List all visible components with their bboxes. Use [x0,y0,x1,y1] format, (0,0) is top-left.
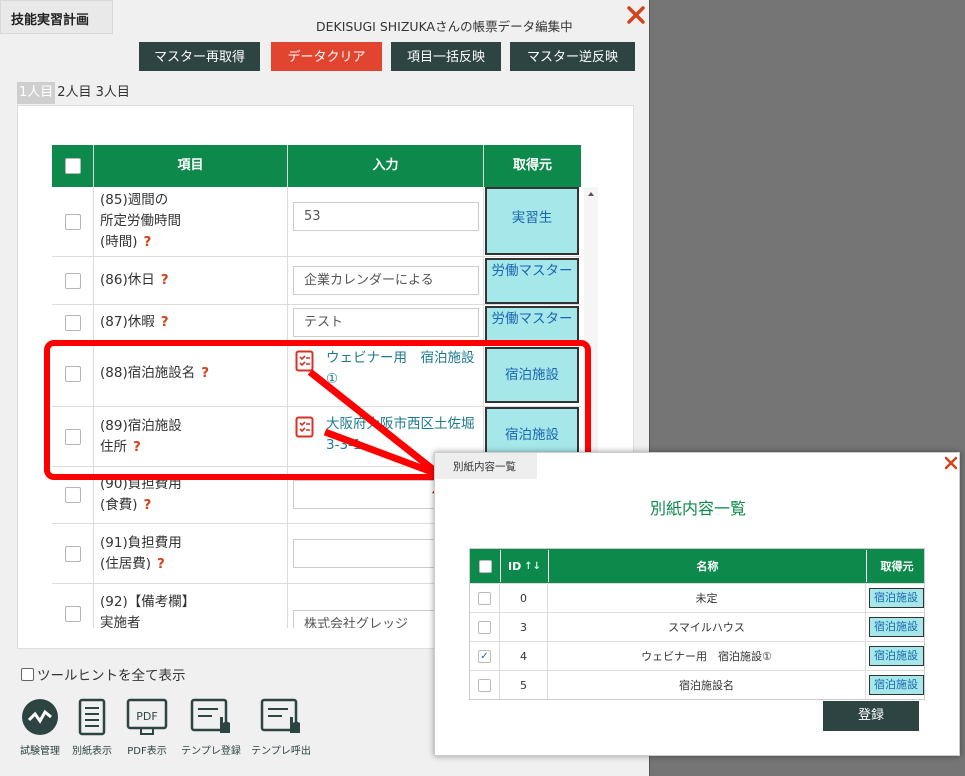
row-id: 0 [500,584,548,612]
row-id: 3 [500,613,548,641]
source-button[interactable]: 宿泊施設 [868,646,924,666]
attachment-table: ID ↑↓ 名称 取得元 0 未定 宿泊施設 3 スマイルハウス 宿泊施設 ✓ 4… [469,548,925,700]
table-row[interactable]: 3 スマイルハウス 宿泊施設 [470,612,924,641]
table-row[interactable]: 0 未定 宿泊施設 [470,583,924,612]
row-checkbox[interactable] [478,620,491,634]
header-id[interactable]: ID ↑↓ [501,550,549,582]
header-source[interactable]: 取得元 [867,550,927,582]
popup-title: 別紙内容一覧 [649,499,746,518]
table-row[interactable]: 5 宿泊施設名 宿泊施設 [470,670,924,699]
close-icon[interactable] [943,455,959,471]
row-name: 未定 [548,584,866,612]
source-button[interactable]: 宿泊施設 [868,588,924,608]
row-checkbox-checked[interactable]: ✓ [478,649,491,663]
source-button[interactable]: 宿泊施設 [868,675,924,695]
table-row[interactable]: ✓ 4 ウェビナー用 宿泊施設① 宿泊施設 [470,641,924,670]
row-name: スマイルハウス [548,613,866,641]
source-button[interactable]: 宿泊施設 [868,617,924,637]
row-checkbox[interactable] [478,678,491,692]
row-id: 4 [500,642,548,670]
register-button[interactable]: 登録 [823,701,919,731]
row-name: ウェビナー用 宿泊施設① [548,642,866,670]
header-name[interactable]: 名称 [549,550,867,582]
popup-tab: 別紙内容一覧 [435,453,537,479]
row-checkbox[interactable] [478,591,491,605]
attachment-table-header: ID ↑↓ 名称 取得元 [470,549,924,583]
attachment-popup: 別紙内容一覧 別紙内容一覧 ID ↑↓ 名称 取得元 0 未定 宿泊施設 3 スマ… [434,452,960,756]
row-id: 5 [500,671,548,699]
sort-icon: ↑↓ [524,560,541,572]
select-all-checkbox[interactable] [479,559,492,573]
row-name: 宿泊施設名 [548,671,866,699]
